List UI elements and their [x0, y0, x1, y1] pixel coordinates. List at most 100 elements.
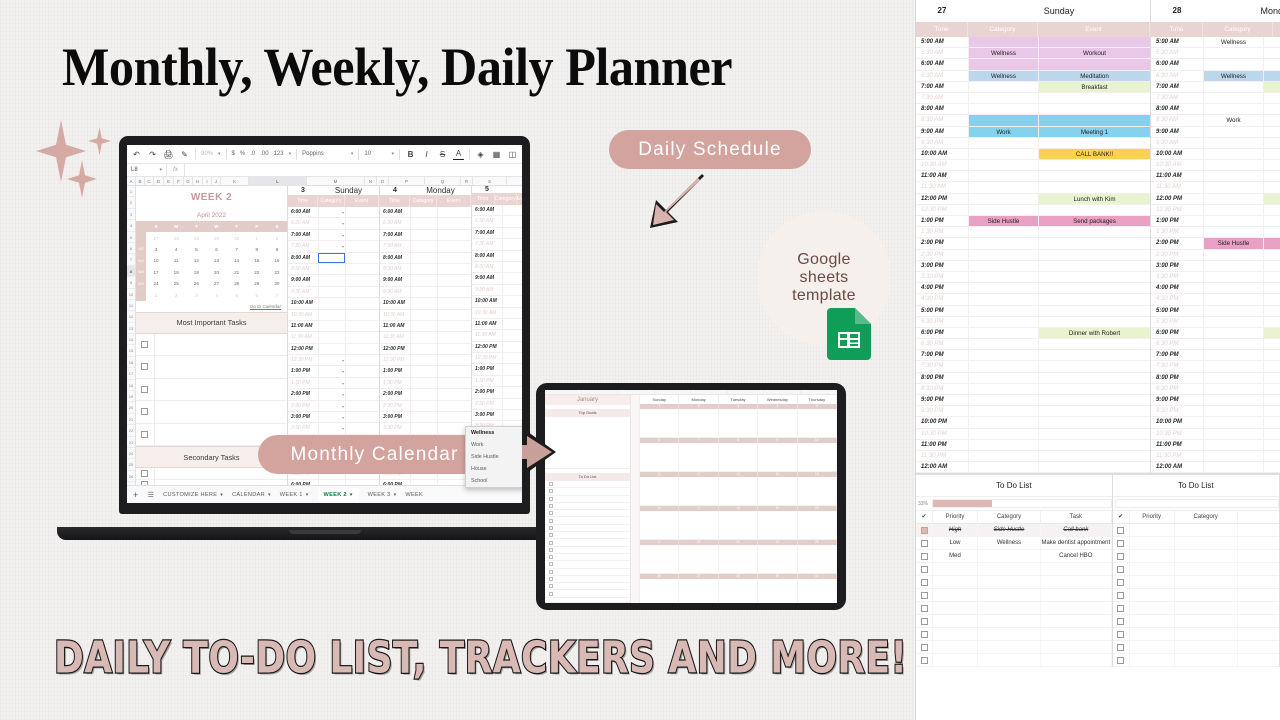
tablet-todo-row[interactable]: [545, 496, 630, 503]
row-header-5[interactable]: 5: [127, 232, 135, 243]
schedule-event-cell[interactable]: [345, 355, 379, 366]
column-header-L[interactable]: L: [249, 176, 307, 186]
right-event-cell[interactable]: Lunc: [1263, 193, 1280, 204]
right-category-cell[interactable]: [968, 361, 1038, 372]
tablet-day-cell[interactable]: [679, 579, 719, 603]
right-category-cell[interactable]: [968, 316, 1038, 327]
tablet-day-cell[interactable]: [679, 511, 719, 539]
chevron-down-icon[interactable]: ▾: [342, 210, 344, 215]
row-header-19[interactable]: 19: [127, 391, 135, 403]
todo-row[interactable]: [1112, 654, 1279, 668]
week-label[interactable]: W6: [136, 289, 146, 301]
right-event-cell[interactable]: [1263, 462, 1280, 473]
todo-task[interactable]: [1041, 589, 1112, 602]
calendar-day-cell[interactable]: 27: [146, 232, 166, 243]
todo-priority[interactable]: [1130, 628, 1175, 641]
schedule-category-cell[interactable]: [318, 332, 345, 343]
todo-checkbox[interactable]: [916, 537, 933, 550]
tablet-todo-row[interactable]: [545, 583, 630, 591]
right-category-cell[interactable]: [1203, 383, 1263, 394]
tablet-day-cell[interactable]: [640, 477, 680, 505]
schedule-category-cell[interactable]: [502, 216, 522, 227]
todo-category[interactable]: [978, 654, 1041, 667]
todo-checkbox[interactable]: [1113, 628, 1130, 641]
todo-task[interactable]: [1041, 576, 1112, 589]
tablet-todo-row[interactable]: [545, 488, 630, 496]
todo-priority[interactable]: [933, 602, 978, 615]
schedule-category-cell[interactable]: [410, 423, 437, 434]
todo-checkbox[interactable]: [1113, 615, 1130, 628]
checkbox-icon[interactable]: [141, 340, 148, 348]
increase-decimal-button[interactable]: .00: [260, 151, 268, 157]
tablet-todo-row[interactable]: [545, 532, 630, 540]
schedule-event-cell[interactable]: [345, 343, 379, 355]
checkbox-icon[interactable]: [549, 482, 553, 487]
schedule-category-cell[interactable]: [410, 263, 437, 275]
todo-category[interactable]: [978, 628, 1041, 641]
right-category-cell[interactable]: [968, 383, 1038, 394]
category-dropdown-menu[interactable]: Wellness Work Side Hustle House School: [465, 426, 522, 488]
week-label[interactable]: W1: [136, 232, 146, 244]
calendar-day-cell[interactable]: 5: [186, 244, 206, 255]
row-header-2[interactable]: 2: [127, 197, 135, 209]
dropdown-option[interactable]: Wellness: [466, 427, 522, 439]
schedule-event-cell[interactable]: [345, 320, 379, 332]
right-category-cell[interactable]: [1203, 350, 1263, 361]
schedule-category-cell[interactable]: [318, 286, 345, 298]
right-category-cell[interactable]: [968, 227, 1038, 238]
chevron-down-icon[interactable]: ▾: [342, 369, 344, 374]
schedule-event-cell[interactable]: [437, 241, 471, 252]
row-header-11[interactable]: 11: [127, 300, 135, 312]
todo-row[interactable]: [1112, 563, 1279, 577]
right-event-cell[interactable]: [1038, 238, 1150, 249]
checkbox-icon[interactable]: [141, 363, 148, 371]
schedule-event-cell[interactable]: [437, 298, 471, 309]
schedule-category-cell[interactable]: [410, 275, 437, 286]
right-category-cell[interactable]: [1203, 48, 1263, 59]
todo-task[interactable]: Make dentist appointment: [1041, 537, 1112, 550]
todo-row[interactable]: [916, 563, 1112, 577]
right-category-cell[interactable]: [968, 182, 1038, 193]
row-header-18[interactable]: 18: [127, 380, 135, 392]
name-box[interactable]: L8 ▾: [127, 164, 167, 176]
checkbox-icon[interactable]: [920, 539, 928, 547]
right-event-cell[interactable]: Meditation: [1038, 70, 1150, 81]
row-header-9[interactable]: 9: [127, 277, 135, 289]
schedule-category-cell[interactable]: [410, 252, 437, 263]
right-category-cell[interactable]: [1203, 171, 1263, 182]
schedule-category-cell[interactable]: [410, 241, 437, 252]
checkbox-icon[interactable]: [549, 591, 553, 596]
tablet-day-cell[interactable]: [679, 443, 719, 471]
todo-category[interactable]: [978, 576, 1041, 589]
todo-category[interactable]: [1175, 628, 1238, 641]
schedule-event-cell[interactable]: [437, 377, 471, 389]
schedule-category-cell[interactable]: [410, 309, 437, 320]
calendar-day-cell[interactable]: 14: [227, 255, 247, 266]
right-category-cell[interactable]: [968, 204, 1038, 215]
row-header-6[interactable]: 6: [127, 243, 135, 255]
schedule-event-cell[interactable]: [345, 366, 379, 377]
todo-category[interactable]: [978, 550, 1041, 563]
todo-category[interactable]: Wellness: [978, 537, 1041, 550]
right-event-cell[interactable]: [1038, 227, 1150, 238]
tablet-day-cell[interactable]: [798, 545, 837, 573]
right-category-cell[interactable]: [968, 81, 1038, 92]
task-row[interactable]: [136, 401, 287, 424]
right-category-cell[interactable]: [968, 160, 1038, 171]
schedule-category-cell[interactable]: [410, 355, 437, 366]
right-event-cell[interactable]: [1038, 439, 1150, 450]
column-header-S[interactable]: S: [473, 176, 507, 186]
sheet-tab-week-3[interactable]: WEEK 3 ▾: [368, 492, 397, 498]
schedule-event-cell[interactable]: [345, 298, 379, 309]
todo-priority[interactable]: [933, 628, 978, 641]
todo-row[interactable]: [916, 641, 1112, 655]
schedule-category-cell[interactable]: [318, 263, 345, 275]
fill-color-icon[interactable]: ◈: [475, 149, 486, 160]
right-event-cell[interactable]: [1263, 182, 1280, 193]
tablet-todo-row[interactable]: [545, 517, 630, 525]
todo-row[interactable]: High Side Hustle Call bank: [916, 524, 1112, 538]
right-category-cell[interactable]: [1203, 428, 1263, 439]
right-event-cell[interactable]: [1263, 171, 1280, 182]
calendar-day-cell[interactable]: 2: [267, 232, 287, 243]
tablet-day-cell[interactable]: [719, 545, 759, 573]
